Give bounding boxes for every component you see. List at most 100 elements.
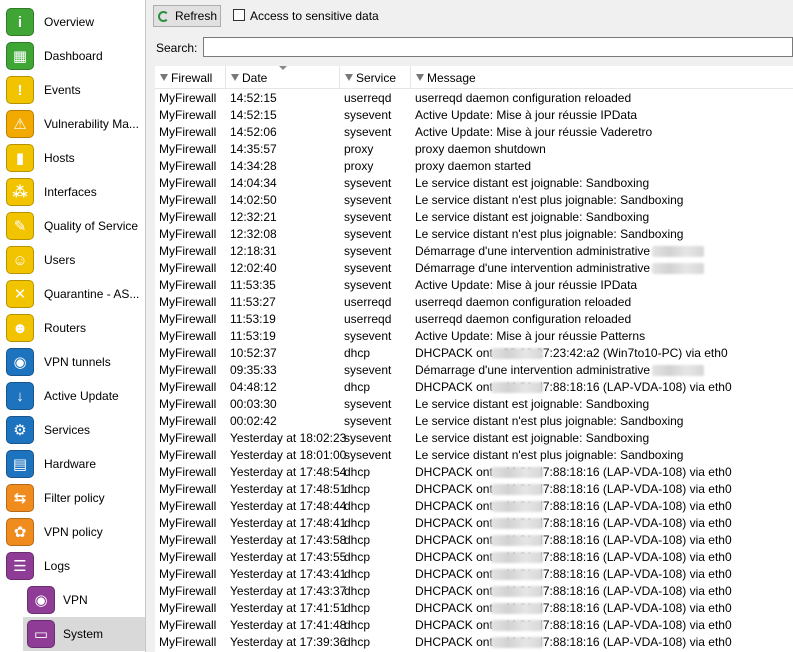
sidebar-item-vpn-policy[interactable]: ✿ VPN policy [0, 515, 145, 549]
table-row[interactable]: MyFirewall 09:35:33 sysevent Démarrage d'un… [155, 361, 793, 378]
filter-icon[interactable] [345, 74, 353, 82]
table-row[interactable]: MyFirewall Yesterday at 17:39:36 dhcp DHCPA… [155, 633, 793, 650]
column-header-service[interactable]: Service [340, 66, 411, 88]
cell-message: userreqd daemon configuration reloaded [415, 91, 631, 105]
cell-message: Le service distant n'est plus joignable:… [415, 448, 683, 462]
table-row[interactable]: MyFirewall 11:53:19 sysevent Active Update:… [155, 327, 793, 344]
filter-icon[interactable] [231, 74, 239, 82]
cell-message: DHCPACK on to d4:81:d7:88:18:16 (LAP-VDA-… [415, 601, 732, 615]
table-row[interactable]: MyFirewall Yesterday at 18:01:00 sysevent L… [155, 446, 793, 463]
table-row[interactable]: MyFirewall 14:52:06 sysevent Active Update:… [155, 123, 793, 140]
table-row[interactable]: MyFirewall Yesterday at 17:48:51 dhcp DHCPA… [155, 480, 793, 497]
table-row[interactable]: MyFirewall 10:52:37 dhcp DHCPACK on to 08:00… [155, 344, 793, 361]
table-row[interactable]: MyFirewall 04:48:12 dhcp DHCPACK on to d4:81… [155, 378, 793, 395]
cell-message: DHCPACK on to d4:81:d7:88:18:16 (LAP-VDA-… [415, 380, 732, 394]
column-header-message[interactable]: Message [411, 66, 793, 88]
table-row[interactable]: MyFirewall Yesterday at 17:48:54 dhcp DHCPA… [155, 463, 793, 480]
cell-service: dhcp [344, 346, 371, 360]
table-row[interactable]: MyFirewall 14:04:34 sysevent Le service dis… [155, 174, 793, 191]
cell-service: sysevent [344, 431, 392, 445]
sidebar-item-events[interactable]: ! Events [0, 73, 145, 107]
table-row[interactable]: MyFirewall 12:18:31 sysevent Démarrage d'un… [155, 242, 793, 259]
message-text: Le service distant est joignable: Sandbo… [415, 397, 650, 411]
sidebar-item-services[interactable]: ⚙ Services [0, 413, 145, 447]
sidebar-item-overview[interactable]: i Overview [0, 5, 145, 39]
table-row[interactable]: MyFirewall 12:32:08 sysevent Le service dis… [155, 225, 793, 242]
table-row[interactable]: MyFirewall Yesterday at 18:02:23 sysevent L… [155, 429, 793, 446]
cell-service: proxy [344, 159, 374, 173]
refresh-icon [158, 10, 169, 22]
table-row[interactable]: MyFirewall 14:02:50 sysevent Le service dis… [155, 191, 793, 208]
dashboard-icon: ▦ [6, 42, 34, 70]
refresh-button[interactable]: Refresh [153, 5, 221, 27]
column-header-firewall[interactable]: Firewall [155, 66, 226, 88]
cell-message: DHCPACK on to d4:81:d7:88:18:16 (LAP-VDA-… [415, 635, 732, 649]
table-row[interactable]: MyFirewall Yesterday at 17:43:55 dhcp DHCPA… [155, 548, 793, 565]
table-row[interactable]: MyFirewall Yesterday at 17:48:44 dhcp DHCPA… [155, 497, 793, 514]
sidebar-item-routers[interactable]: ☻ Routers [0, 311, 145, 345]
table-row[interactable]: MyFirewall 12:02:40 sysevent Démarrage d'un… [155, 259, 793, 276]
cell-date: 11:53:19 [230, 329, 276, 343]
cell-firewall: MyFirewall [159, 176, 217, 190]
cell-date: 00:03:30 [230, 397, 277, 411]
column-header-date[interactable]: Date [226, 66, 340, 88]
cell-firewall: MyFirewall [159, 295, 217, 309]
redacted-address [491, 501, 544, 512]
sidebar-item-quarantine-as[interactable]: ✕ Quarantine - AS... [0, 277, 145, 311]
sidebar-item-logs[interactable]: ☰ Logs [0, 549, 145, 583]
table-row[interactable]: MyFirewall Yesterday at 17:41:51 dhcp DHCPA… [155, 599, 793, 616]
table-row[interactable]: MyFirewall 14:35:57 proxy proxy daemon shut… [155, 140, 793, 157]
table-row[interactable]: MyFirewall Yesterday at 17:43:37 dhcp DHCPA… [155, 582, 793, 599]
message-text: Le service distant n'est plus joignable:… [415, 448, 684, 462]
filter-icon[interactable] [160, 74, 168, 82]
table-row[interactable]: MyFirewall Yesterday at 17:48:41 dhcp DHCPA… [155, 514, 793, 531]
cell-service: dhcp [344, 533, 371, 547]
log-table: Firewall Date Service Message MyFirewall… [155, 66, 793, 652]
sidebar-item-filter-policy[interactable]: ⇆ Filter policy [0, 481, 145, 515]
sidebar-item-hardware[interactable]: ▤ Hardware [0, 447, 145, 481]
table-row[interactable]: MyFirewall Yesterday at 17:41:48 dhcp DHCPA… [155, 616, 793, 633]
sidebar-item-label: Routers [44, 321, 87, 335]
sidebar-item-users[interactable]: ☺ Users [0, 243, 145, 277]
filter-icon[interactable] [416, 74, 424, 82]
search-input[interactable] [203, 37, 793, 57]
cell-service: sysevent [344, 414, 392, 428]
table-row[interactable]: MyFirewall Yesterday at 17:43:58 dhcp DHCPA… [155, 531, 793, 548]
table-row[interactable]: MyFirewall 14:34:28 proxy proxy daemon star… [155, 157, 793, 174]
redacted-address [652, 246, 705, 257]
cell-firewall: MyFirewall [159, 125, 217, 139]
sidebar-item-vulnerability-ma[interactable]: ⚠ Vulnerability Ma... [0, 107, 145, 141]
table-row[interactable]: MyFirewall 12:32:21 sysevent Le service dis… [155, 208, 793, 225]
sidebar-item-quality-of-service[interactable]: ✎ Quality of Service [0, 209, 145, 243]
cell-message: userreqd daemon configuration reloaded [415, 312, 631, 326]
table-row[interactable]: MyFirewall Yesterday at 17:43:41 dhcp DHCPA… [155, 565, 793, 582]
cell-service: sysevent [344, 278, 392, 292]
sidebar-item-hosts[interactable]: ▮ Hosts [0, 141, 145, 175]
sidebar-item-label: VPN tunnels [44, 355, 111, 369]
sidebar-item-interfaces[interactable]: ⁂ Interfaces [0, 175, 145, 209]
message-text: userreqd daemon configuration reloaded [415, 295, 632, 309]
table-row[interactable]: MyFirewall 11:53:35 sysevent Active Update:… [155, 276, 793, 293]
table-row[interactable]: MyFirewall 11:53:19 userreqd userreqd daemo… [155, 310, 793, 327]
table-row[interactable]: MyFirewall 00:02:42 sysevent Le service dis… [155, 412, 793, 429]
sidebar-item-active-update[interactable]: ↓ Active Update [0, 379, 145, 413]
table-row[interactable]: MyFirewall 11:53:27 userreqd userreqd daemo… [155, 293, 793, 310]
table-row[interactable]: MyFirewall 14:52:15 userreqd userreqd daemo… [155, 89, 793, 106]
sidebar-subitem-vpn[interactable]: ◉ VPN [0, 583, 145, 617]
sidebar-item-vpn-tunnels[interactable]: ◉ VPN tunnels [0, 345, 145, 379]
table-row[interactable]: MyFirewall 14:52:15 sysevent Active Update:… [155, 106, 793, 123]
message-text: Le service distant est joignable: Sandbo… [415, 431, 650, 445]
table-row[interactable]: MyFirewall 00:03:30 sysevent Le service dis… [155, 395, 793, 412]
cell-service: dhcp [344, 516, 371, 530]
cell-service: dhcp [344, 550, 371, 564]
vulnerability-icon: ⚠ [6, 110, 34, 138]
cell-date: Yesterday at 17:43:55 [230, 550, 347, 564]
sidebar-item-dashboard[interactable]: ▦ Dashboard [0, 39, 145, 73]
cell-date: 14:52:15 [230, 91, 277, 105]
sensitive-data-checkbox[interactable] [233, 9, 245, 21]
cell-message: Le service distant n'est plus joignable:… [415, 414, 683, 428]
cell-date: Yesterday at 17:43:37 [230, 584, 347, 598]
sidebar-subitem-system[interactable]: ▭ System [23, 617, 145, 651]
cell-date: 11:53:27 [230, 295, 276, 309]
cell-service: dhcp [344, 618, 371, 632]
